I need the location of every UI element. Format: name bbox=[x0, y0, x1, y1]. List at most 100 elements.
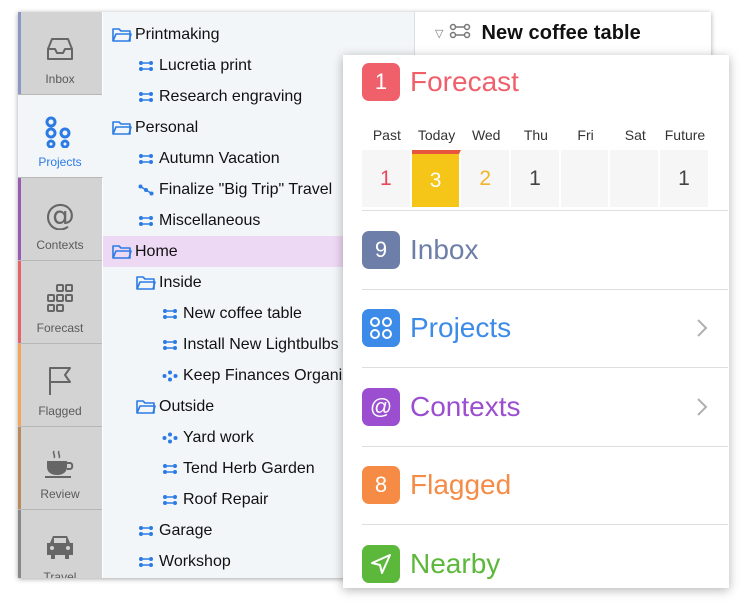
flag-icon bbox=[43, 364, 77, 398]
folder-icon bbox=[111, 244, 133, 260]
single-action-list-icon bbox=[159, 430, 181, 446]
tab-accent bbox=[18, 344, 21, 426]
outline-row-label: Autumn Vacation bbox=[159, 149, 280, 167]
forecast-day-cell[interactable]: 3 bbox=[411, 150, 462, 207]
forecast-day-label: Sat bbox=[624, 127, 646, 143]
forecast-day-cells: 13211 bbox=[362, 150, 710, 207]
parallel-project-icon bbox=[135, 58, 157, 74]
forecast-day-label: Wed bbox=[471, 127, 501, 143]
outline-row-label: Workshop bbox=[159, 552, 231, 570]
forecast-day-label: Fri bbox=[577, 127, 594, 143]
tab-accent bbox=[18, 12, 21, 94]
count-badge: 9 bbox=[362, 230, 400, 269]
parallel-project-icon bbox=[159, 306, 181, 322]
forecast-grid-icon bbox=[43, 281, 77, 315]
forecast-day-cell[interactable]: 1 bbox=[511, 150, 561, 207]
inbox-icon bbox=[43, 32, 77, 66]
tab-projects[interactable]: Projects bbox=[18, 95, 103, 178]
tab-label: Projects bbox=[38, 155, 82, 169]
parallel-project-icon bbox=[159, 461, 181, 477]
outline-row-label: Tend Herb Garden bbox=[183, 459, 315, 477]
tab-travel[interactable]: Travel bbox=[18, 510, 102, 578]
tab-label: Contexts bbox=[36, 238, 84, 252]
tab-inbox[interactable]: Inbox bbox=[18, 12, 102, 95]
forecast-day-label: Past bbox=[372, 127, 401, 143]
section-label: Inbox bbox=[410, 233, 479, 265]
tab-flagged[interactable]: Flagged bbox=[18, 344, 102, 427]
home-section-flagged[interactable]: 8 Flagged bbox=[362, 447, 728, 525]
parallel-project-icon bbox=[135, 89, 157, 105]
forecast-count-badge: 1 bbox=[362, 63, 400, 101]
outline-row-label: Roof Repair bbox=[183, 490, 269, 508]
tab-contexts[interactable]: @ Contexts bbox=[18, 178, 102, 261]
perspective-tab-bar: Inbox Projects @ Contexts Forecast Flagg… bbox=[18, 12, 103, 578]
single-action-list-icon bbox=[159, 368, 181, 384]
forecast-day-label: Thu bbox=[523, 127, 548, 143]
projects-icon bbox=[43, 115, 77, 149]
outline-row-label: Printmaking bbox=[135, 25, 220, 43]
outline-row-label: Yard work bbox=[183, 428, 254, 446]
disclosure-triangle-icon[interactable]: ▽ bbox=[435, 27, 443, 40]
tab-label: Travel bbox=[43, 570, 77, 578]
outline-row-label: Inside bbox=[159, 273, 202, 291]
parallel-project-icon bbox=[449, 23, 471, 44]
section-label: Contexts bbox=[410, 390, 521, 422]
section-label: Flagged bbox=[410, 469, 512, 501]
tab-label: Forecast bbox=[36, 321, 84, 335]
projects-icon bbox=[362, 309, 400, 348]
forecast-day-cell[interactable]: 1 bbox=[362, 150, 412, 207]
svg-text:@: @ bbox=[45, 200, 75, 230]
outline-row-label: New coffee table bbox=[183, 304, 302, 322]
section-label: Nearby bbox=[410, 548, 501, 580]
outline-row-label: Outside bbox=[159, 397, 215, 415]
home-section-projects[interactable]: Projects bbox=[362, 290, 728, 368]
tab-review[interactable]: Review bbox=[18, 427, 102, 510]
tab-forecast[interactable]: Forecast bbox=[18, 261, 102, 344]
coffee-cup-icon bbox=[43, 447, 77, 481]
sequential-project-icon bbox=[135, 182, 157, 198]
outline-row-label: Garage bbox=[159, 521, 213, 539]
car-icon bbox=[43, 530, 77, 564]
forecast-day-cell[interactable] bbox=[610, 150, 661, 207]
outline-row-label: Keep Finances Organized bbox=[183, 366, 368, 384]
outline-row-label: Research engraving bbox=[159, 87, 303, 105]
outline-row-label: Lucretia print bbox=[159, 56, 252, 74]
chevron-right-icon bbox=[696, 397, 708, 422]
outline-row-label: Miscellaneous bbox=[159, 211, 261, 229]
forecast-day-label: Today bbox=[417, 127, 456, 143]
outline-row-label: Install New Lightbulbs bbox=[183, 335, 339, 353]
parallel-project-icon bbox=[135, 523, 157, 539]
outline-row-label: Home bbox=[135, 242, 178, 260]
tab-accent bbox=[18, 178, 21, 260]
parallel-project-icon bbox=[135, 213, 157, 229]
tab-accent bbox=[18, 427, 21, 509]
at-icon: @ bbox=[43, 198, 77, 232]
tab-accent bbox=[18, 510, 21, 578]
tab-label: Review bbox=[40, 487, 80, 501]
folder-icon bbox=[135, 399, 157, 415]
chevron-right-icon bbox=[696, 318, 708, 343]
outline-row-label: Finalize "Big Trip" Travel bbox=[159, 180, 333, 198]
parallel-project-icon bbox=[135, 554, 157, 570]
detail-header: ▽ New coffee table bbox=[435, 22, 641, 45]
parallel-project-icon bbox=[159, 492, 181, 508]
forecast-day-cell[interactable]: 1 bbox=[660, 150, 710, 207]
forecast-label: Forecast bbox=[410, 66, 519, 97]
count-badge: 8 bbox=[362, 466, 400, 505]
tab-accent bbox=[18, 261, 21, 343]
section-label: Projects bbox=[410, 312, 512, 344]
detail-title: New coffee table bbox=[481, 22, 641, 44]
forecast-day-cell[interactable]: 2 bbox=[461, 150, 512, 207]
outline-folder-row[interactable]: Printmaking bbox=[103, 19, 415, 50]
home-section-nearby[interactable]: Nearby bbox=[362, 525, 728, 588]
home-section-inbox[interactable]: 9 Inbox bbox=[362, 211, 728, 290]
forecast-day-cell[interactable] bbox=[560, 150, 611, 207]
tab-label: Inbox bbox=[45, 72, 75, 86]
folder-icon bbox=[135, 275, 157, 291]
parallel-project-icon bbox=[135, 151, 157, 167]
parallel-project-icon bbox=[159, 337, 181, 353]
folder-icon bbox=[111, 120, 133, 136]
forecast-header[interactable]: 1 Forecast bbox=[362, 63, 519, 101]
phone-home-screen: 1 Forecast Past Today Wed Thu Fri Sat Future 1… bbox=[343, 55, 729, 588]
home-section-contexts[interactable]: @ Contexts bbox=[362, 368, 728, 447]
